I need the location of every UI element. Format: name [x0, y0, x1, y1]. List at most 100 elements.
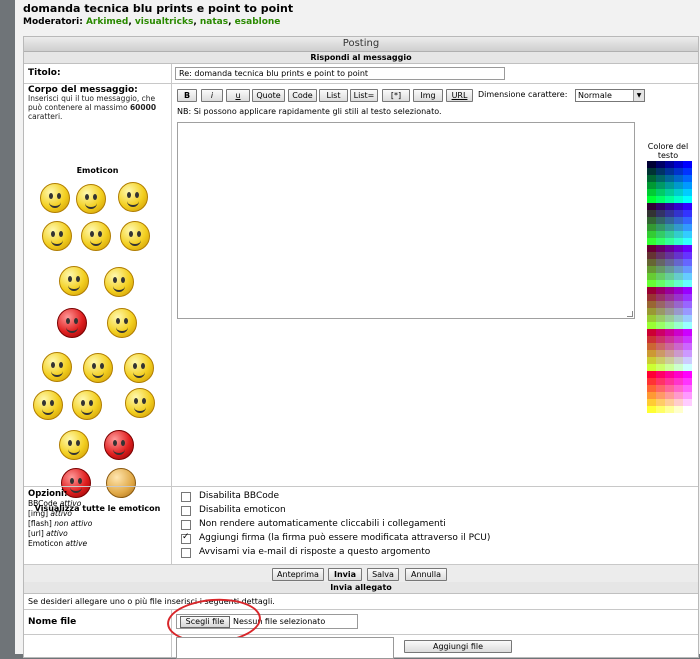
color-swatch[interactable] — [647, 196, 656, 203]
add-file-button[interactable]: Aggiungi file — [404, 640, 512, 653]
color-swatch[interactable] — [683, 378, 692, 385]
message-textarea[interactable] — [177, 122, 635, 319]
color-swatch[interactable] — [647, 224, 656, 231]
color-swatch[interactable] — [683, 273, 692, 280]
hero-emoticon[interactable] — [104, 430, 134, 460]
color-swatch[interactable] — [665, 336, 674, 343]
color-swatch[interactable] — [674, 266, 683, 273]
color-swatch[interactable] — [656, 217, 665, 224]
disable-bbcode-checkbox[interactable] — [181, 492, 191, 502]
thumbs-up-emoticon[interactable] — [104, 267, 134, 297]
color-swatch[interactable] — [683, 168, 692, 175]
color-swatch[interactable] — [683, 224, 692, 231]
color-swatch[interactable] — [665, 350, 674, 357]
color-swatch[interactable] — [656, 301, 665, 308]
color-swatch[interactable] — [674, 217, 683, 224]
color-swatch[interactable] — [647, 245, 656, 252]
color-swatch[interactable] — [674, 336, 683, 343]
img-button[interactable]: Img — [413, 89, 443, 102]
color-swatch[interactable] — [683, 287, 692, 294]
color-swatch[interactable] — [674, 224, 683, 231]
color-swatch[interactable] — [683, 280, 692, 287]
moderator-link[interactable]: Arkimed — [86, 17, 128, 27]
color-swatch[interactable] — [656, 378, 665, 385]
color-swatch[interactable] — [665, 273, 674, 280]
color-swatch[interactable] — [683, 196, 692, 203]
color-swatch[interactable] — [683, 308, 692, 315]
color-swatch[interactable] — [674, 245, 683, 252]
color-swatch[interactable] — [647, 364, 656, 371]
font-size-select[interactable]: Normale ▼ — [575, 89, 645, 102]
color-swatch[interactable] — [683, 357, 692, 364]
save-button[interactable]: Salva — [367, 568, 399, 581]
underline-button[interactable]: u — [226, 89, 250, 102]
color-swatch[interactable] — [665, 315, 674, 322]
color-swatch[interactable] — [683, 322, 692, 329]
color-swatch[interactable] — [674, 210, 683, 217]
color-swatch[interactable] — [665, 231, 674, 238]
color-swatch[interactable] — [647, 203, 656, 210]
color-swatch[interactable] — [665, 217, 674, 224]
color-swatch[interactable] — [665, 238, 674, 245]
color-swatch[interactable] — [683, 238, 692, 245]
color-swatch[interactable] — [647, 287, 656, 294]
color-swatch[interactable] — [656, 203, 665, 210]
color-swatch[interactable] — [665, 259, 674, 266]
color-swatch[interactable] — [683, 210, 692, 217]
cheering-emoticon[interactable] — [125, 388, 155, 418]
list-button[interactable]: List — [319, 89, 348, 102]
color-swatch[interactable] — [683, 343, 692, 350]
disable-emoticons-checkbox[interactable] — [181, 506, 191, 516]
color-swatch[interactable] — [665, 378, 674, 385]
color-swatch[interactable] — [665, 301, 674, 308]
color-swatch[interactable] — [665, 406, 674, 413]
resize-grip-icon[interactable] — [627, 311, 633, 317]
color-swatch[interactable] — [656, 210, 665, 217]
color-swatch[interactable] — [665, 308, 674, 315]
color-swatch[interactable] — [665, 210, 674, 217]
color-swatch[interactable] — [665, 280, 674, 287]
color-swatch[interactable] — [674, 168, 683, 175]
color-swatch[interactable] — [647, 371, 656, 378]
preview-button[interactable]: Anteprima — [272, 568, 324, 581]
bold-button[interactable]: B — [177, 89, 197, 102]
color-swatch[interactable] — [665, 266, 674, 273]
color-swatch[interactable] — [647, 231, 656, 238]
color-swatch[interactable] — [656, 182, 665, 189]
ordered-list-button[interactable]: List= — [350, 89, 378, 102]
color-swatch[interactable] — [665, 245, 674, 252]
color-swatch[interactable] — [674, 259, 683, 266]
surprised-emoticon[interactable] — [42, 221, 72, 251]
color-swatch[interactable] — [656, 392, 665, 399]
moderator-link[interactable]: esablone — [235, 17, 281, 27]
color-swatch[interactable] — [665, 385, 674, 392]
color-swatch[interactable] — [674, 238, 683, 245]
moderator-link[interactable]: visualtricks — [135, 17, 193, 27]
color-swatch[interactable] — [647, 329, 656, 336]
color-swatch[interactable] — [656, 245, 665, 252]
color-swatch[interactable] — [656, 350, 665, 357]
color-swatch[interactable] — [647, 357, 656, 364]
color-swatch[interactable] — [647, 252, 656, 259]
color-swatch[interactable] — [665, 294, 674, 301]
color-swatch[interactable] — [674, 350, 683, 357]
color-swatch[interactable] — [647, 343, 656, 350]
color-swatch[interactable] — [674, 196, 683, 203]
color-swatch[interactable] — [647, 189, 656, 196]
color-swatch[interactable] — [647, 182, 656, 189]
color-swatch[interactable] — [665, 175, 674, 182]
smile-emoticon[interactable] — [40, 183, 70, 213]
color-swatch[interactable] — [656, 189, 665, 196]
color-swatch[interactable] — [665, 196, 674, 203]
color-swatch[interactable] — [674, 343, 683, 350]
color-swatch[interactable] — [683, 301, 692, 308]
color-swatch[interactable] — [647, 392, 656, 399]
color-swatch[interactable] — [674, 385, 683, 392]
mad-emoticon[interactable] — [33, 390, 63, 420]
color-swatch[interactable] — [683, 315, 692, 322]
color-swatch[interactable] — [656, 294, 665, 301]
angry-emoticon[interactable] — [59, 266, 89, 296]
color-swatch[interactable] — [647, 385, 656, 392]
color-swatch[interactable] — [665, 287, 674, 294]
color-swatch[interactable] — [647, 238, 656, 245]
